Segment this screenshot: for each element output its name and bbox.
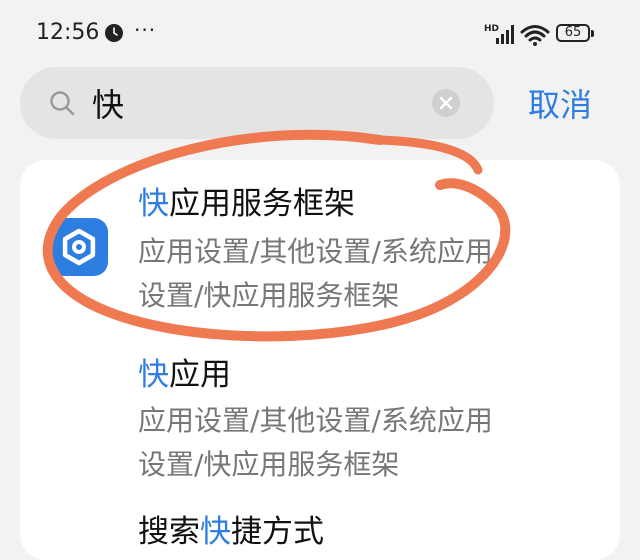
battery-level: 65: [564, 25, 582, 40]
battery-icon: 65: [556, 24, 598, 46]
cancel-button[interactable]: 取消: [528, 80, 592, 126]
status-bar: 12:56 ··· HD 65: [0, 0, 640, 70]
result-title: 快应用: [138, 357, 231, 393]
close-icon: [439, 96, 453, 110]
list-item[interactable]: 搜索快捷方式: [138, 512, 608, 552]
search-bar[interactable]: [20, 67, 494, 139]
result-title: 快应用服务框架: [138, 186, 355, 222]
result-path: 应用设置/其他设置/系统应用 设置/快应用服务框架: [138, 404, 493, 481]
list-item[interactable]: 快应用 应用设置/其他设置/系统应用 设置/快应用服务框架: [138, 355, 608, 487]
signal-icon: HD: [484, 24, 514, 44]
clear-search-button[interactable]: [432, 89, 460, 117]
result-title: 搜索快捷方式: [138, 514, 324, 550]
network-label: HD: [484, 24, 499, 34]
hexagon-settings-icon: [50, 218, 108, 276]
more-notifications-icon: ···: [134, 18, 157, 42]
result-path: 应用设置/其他设置/系统应用 设置/快应用服务框架: [138, 235, 493, 312]
wifi-icon: [520, 25, 550, 46]
search-input[interactable]: [92, 81, 422, 125]
status-time: 12:56: [36, 20, 100, 45]
list-item[interactable]: 快应用服务框架 应用设置/其他设置/系统应用 设置/快应用服务框架: [138, 184, 608, 318]
search-icon: [50, 91, 75, 116]
clock-icon: [105, 24, 123, 42]
